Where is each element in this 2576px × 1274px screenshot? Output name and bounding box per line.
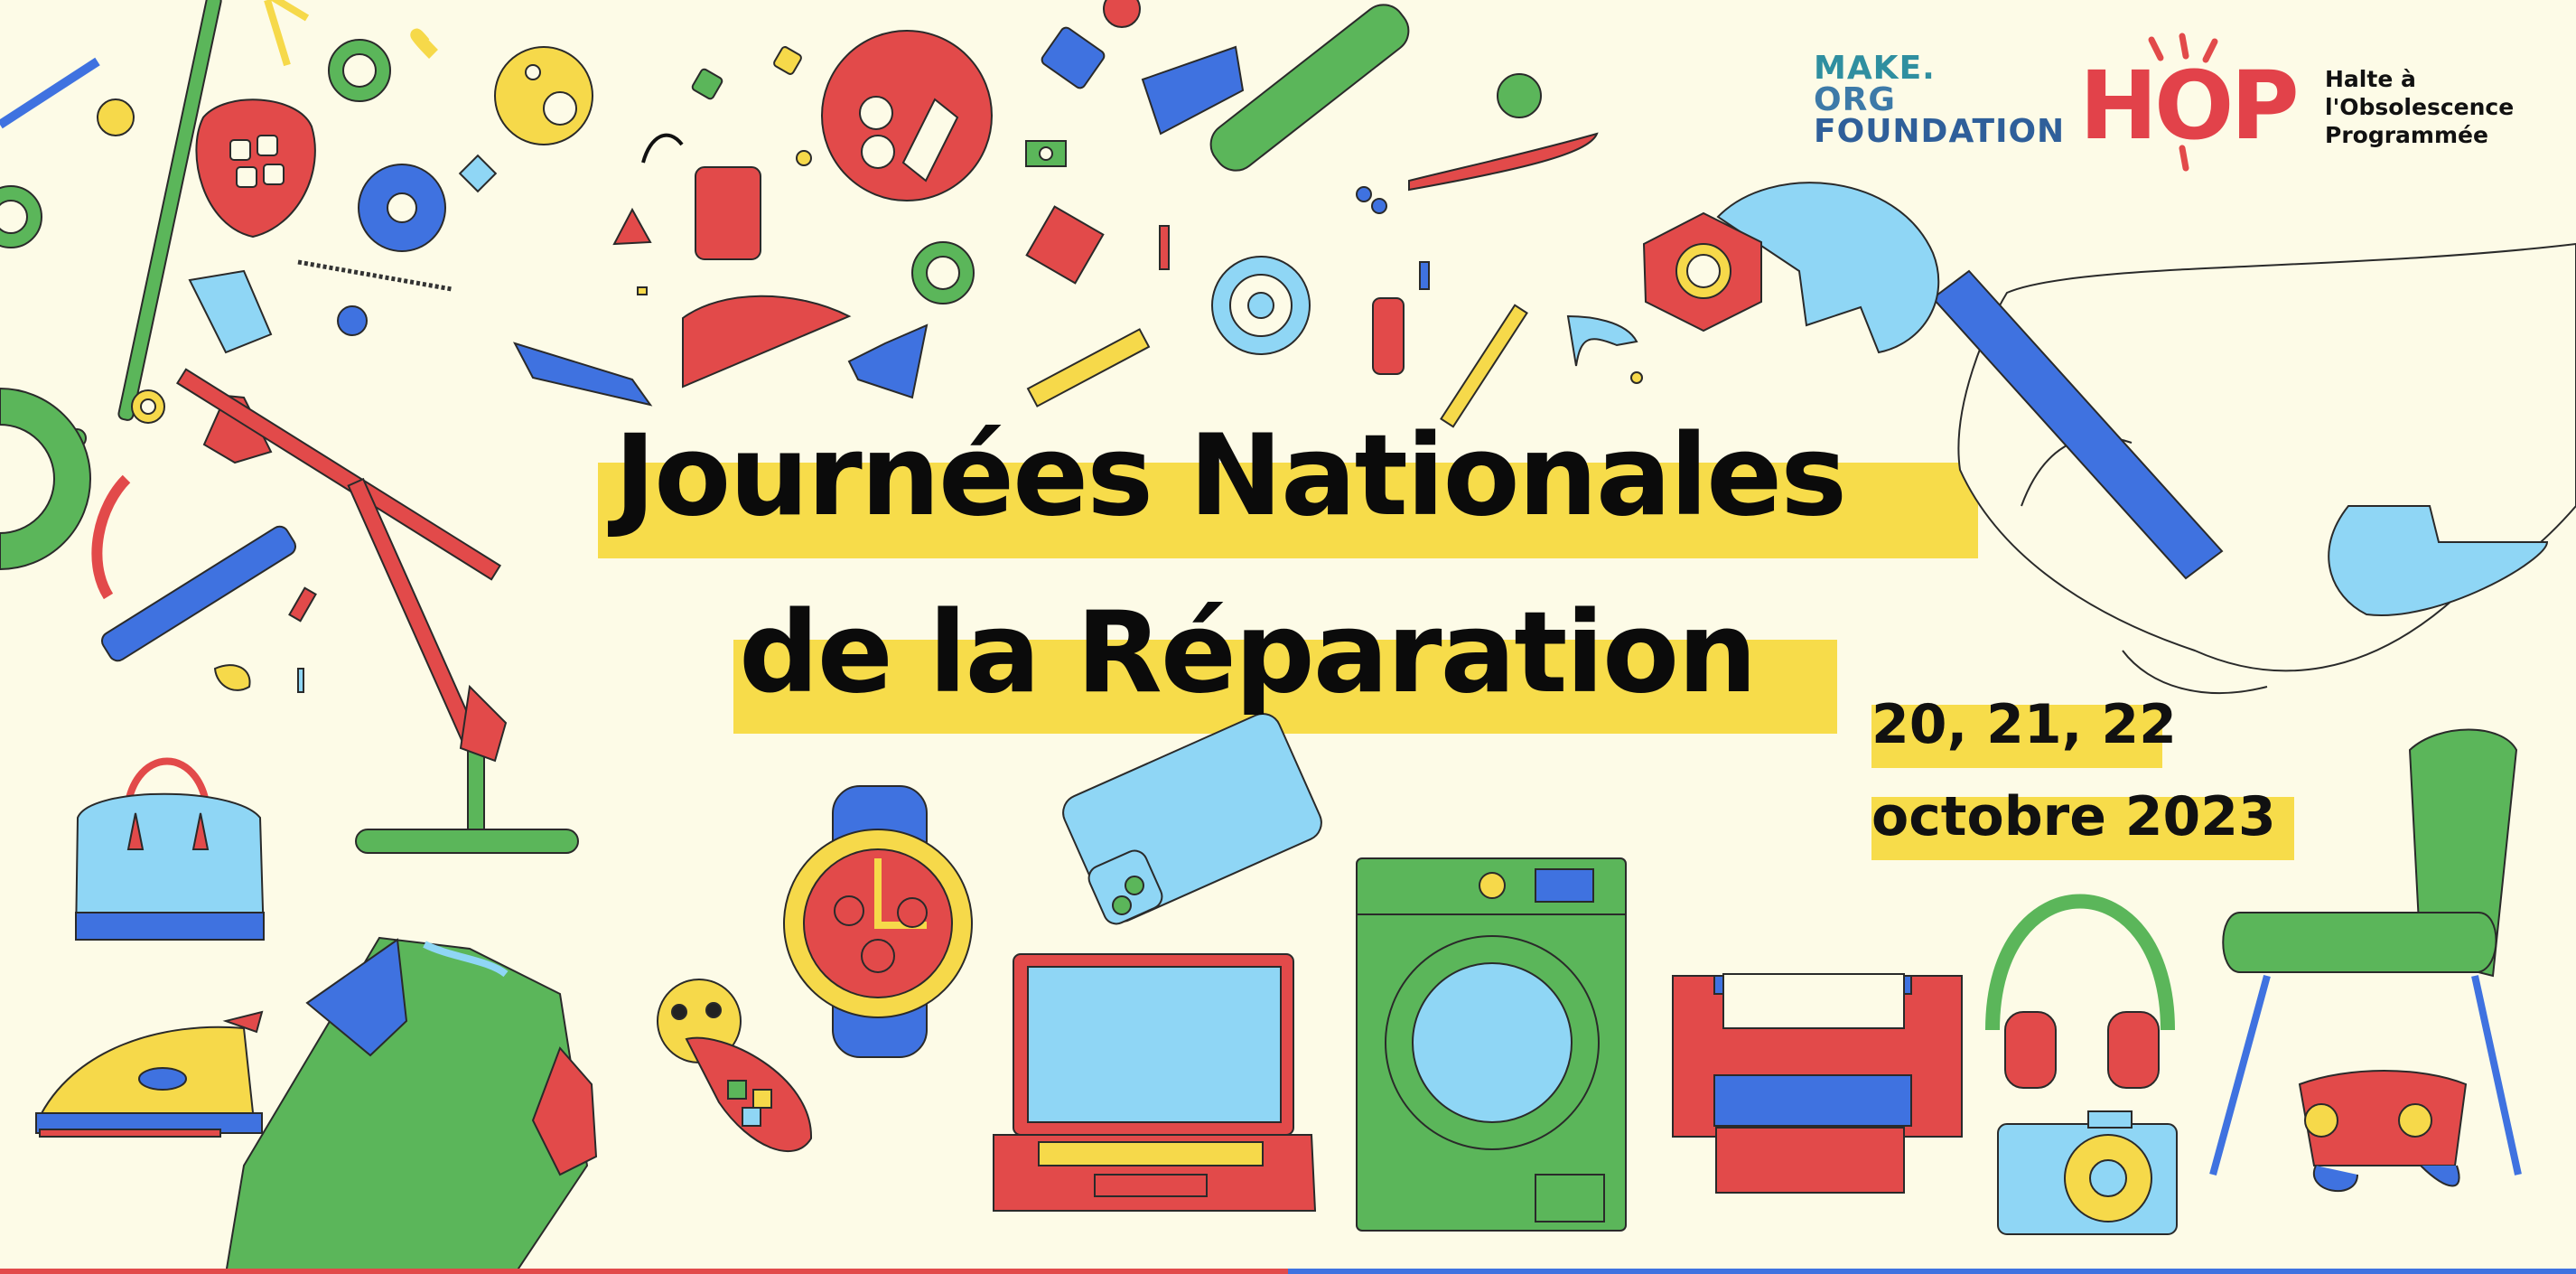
game-controller-icon	[2298, 1070, 2468, 1193]
washing-machine-icon	[1356, 857, 1627, 1232]
laptop-icon	[993, 953, 1317, 1212]
camera-icon	[1997, 1110, 2178, 1235]
smartphone-icon	[1062, 713, 1322, 925]
hop-logo-tagline: Halte à l'Obsolescence Programmée	[2325, 65, 2542, 149]
printer-icon	[1672, 973, 1963, 1194]
bottom-stripe-red	[0, 1269, 1288, 1274]
hop-tagline-line1: Halte à	[2325, 66, 2416, 92]
make-org-logo-line1: MAKE.	[1814, 50, 1936, 87]
watch-icon	[783, 785, 973, 1058]
tshirt-icon	[224, 936, 598, 1274]
event-month-year: octobre 2023	[1871, 785, 2276, 848]
iron-icon	[35, 1010, 264, 1138]
headphones-icon	[1985, 894, 2175, 1089]
make-org-logo-line3: FOUNDATION	[1814, 113, 2066, 150]
make-org-logo-line2: ORG	[1814, 81, 1896, 118]
hop-tagline-line3: Programmée	[2325, 122, 2488, 148]
event-dates: 20, 21, 22	[1871, 693, 2177, 756]
handbag-icon	[74, 757, 266, 941]
bottom-stripe-blue	[1288, 1269, 2576, 1274]
make-org-foundation-logo: MAKE. ORG FOUNDATION	[1814, 50, 2066, 150]
hand-icon	[1957, 242, 2576, 694]
hop-logo: HOP	[2079, 51, 2300, 161]
poster-banner: Journées Nationales de la Réparation 20,…	[0, 0, 2576, 1274]
event-title-line1: Journées Nationales	[614, 411, 1847, 541]
event-title-line2: de la Réparation	[739, 588, 1757, 718]
hop-tagline-line2: l'Obsolescence	[2325, 94, 2515, 120]
toy-phone-icon	[657, 979, 813, 1153]
